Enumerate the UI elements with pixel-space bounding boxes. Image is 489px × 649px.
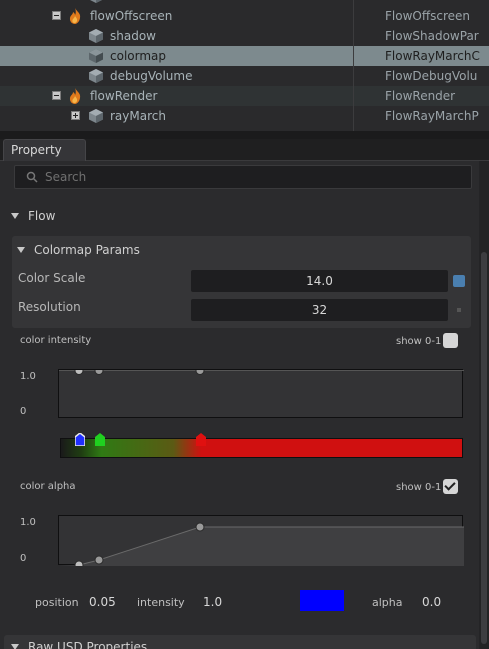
curve-point[interactable] bbox=[94, 370, 104, 375]
cube-icon bbox=[89, 29, 103, 43]
section-title: Raw USD Properties bbox=[28, 640, 148, 649]
tree-row-debugvolume[interactable]: debugVolume FlowDebugVolu bbox=[0, 66, 489, 86]
flame-icon bbox=[69, 8, 81, 24]
tree-row-flowrender[interactable]: flowRender FlowRender bbox=[0, 86, 489, 106]
alpha-label: alpha bbox=[372, 596, 403, 609]
show01-checkbox-checked[interactable] bbox=[443, 479, 458, 494]
search-input[interactable] bbox=[45, 169, 445, 185]
position-label: position bbox=[35, 596, 79, 609]
collapse-icon[interactable] bbox=[52, 11, 61, 20]
color-intensity-label: color intensity bbox=[20, 335, 92, 346]
search-icon bbox=[26, 171, 38, 183]
show01-checkbox[interactable] bbox=[443, 333, 458, 348]
expand-icon[interactable] bbox=[71, 111, 80, 120]
collapse-icon[interactable] bbox=[52, 91, 61, 100]
mixed-value-indicator bbox=[453, 275, 465, 287]
tree-item-type: FlowShadowPar bbox=[385, 29, 479, 43]
tree-item-name: flowRender bbox=[90, 89, 158, 103]
tree-item-type: FlowDebugVolu bbox=[385, 69, 478, 83]
collapse-triangle-icon bbox=[11, 213, 19, 219]
tab-property[interactable]: Property bbox=[3, 139, 86, 161]
collapse-triangle-icon bbox=[11, 644, 19, 649]
collapse-triangle-icon bbox=[17, 247, 25, 253]
curve-point[interactable] bbox=[74, 560, 84, 566]
intensity-label: intensity bbox=[137, 596, 185, 609]
curve-point[interactable] bbox=[74, 370, 84, 375]
curve-point[interactable] bbox=[195, 370, 205, 375]
column-separator[interactable] bbox=[353, 0, 354, 131]
cube-icon bbox=[90, 0, 102, 3]
resolution-field[interactable]: 32 bbox=[191, 299, 448, 321]
axis-label-top: 1.0 bbox=[20, 371, 36, 382]
position-value[interactable]: 0.05 bbox=[89, 595, 116, 609]
tree-row-colormap[interactable]: colormap FlowRayMarchC bbox=[0, 46, 489, 66]
color-alpha-label: color alpha bbox=[20, 481, 76, 492]
tree-item-type: FlowRender bbox=[385, 89, 456, 103]
axis-label-bottom: 0 bbox=[20, 553, 27, 564]
color-key-blue[interactable] bbox=[75, 433, 85, 446]
alpha-curve bbox=[59, 522, 464, 566]
tree-item-name: debugVolume bbox=[110, 69, 193, 83]
tree-row-flowoffscreen[interactable]: flowOffscreen FlowOffscreen bbox=[0, 6, 489, 26]
tree-row-raymarch[interactable]: rayMarch FlowRayMarchP bbox=[0, 106, 489, 126]
curve-point[interactable] bbox=[94, 555, 104, 565]
tree-item-name: colormap bbox=[110, 49, 166, 63]
resolution-label: Resolution bbox=[18, 300, 81, 314]
cube-icon bbox=[89, 109, 103, 123]
colormap-params-header[interactable]: Colormap Params bbox=[17, 239, 140, 261]
cube-icon bbox=[89, 69, 103, 83]
cube-icon bbox=[89, 49, 103, 63]
search-box bbox=[14, 165, 472, 189]
curve-point[interactable] bbox=[195, 522, 205, 532]
stage-tree: flowOffscreen FlowOffscreen shadow FlowS… bbox=[0, 0, 489, 131]
scrollbar-thumb[interactable] bbox=[481, 252, 487, 644]
intensity-value[interactable]: 1.0 bbox=[203, 595, 222, 609]
intensity-curve bbox=[59, 370, 464, 375]
panel-splitter[interactable] bbox=[0, 131, 489, 139]
color-key-green[interactable] bbox=[95, 433, 105, 446]
tree-item-type: FlowOffscreen bbox=[385, 9, 470, 23]
alpha-value[interactable]: 0.0 bbox=[422, 595, 441, 609]
tree-row-shadow[interactable]: shadow FlowShadowPar bbox=[0, 26, 489, 46]
color-key-red[interactable] bbox=[196, 433, 206, 446]
section-title: Colormap Params bbox=[34, 243, 140, 257]
show01-label: show 0-1 bbox=[396, 482, 442, 493]
colormap-gradient-bar[interactable] bbox=[60, 438, 463, 458]
alpha-curve-editor[interactable] bbox=[58, 515, 464, 566]
property-tabbar: Property bbox=[0, 139, 489, 161]
tree-item-name: shadow bbox=[110, 29, 156, 43]
default-value-indicator bbox=[457, 308, 461, 312]
axis-label-bottom: 0 bbox=[20, 406, 27, 417]
tree-item-type: FlowRayMarchP bbox=[385, 109, 479, 123]
tree-item-name: flowOffscreen bbox=[90, 9, 173, 23]
axis-label-top: 1.0 bbox=[20, 517, 36, 528]
flow-section-header[interactable]: Flow bbox=[11, 205, 55, 227]
intensity-curve-editor[interactable] bbox=[58, 369, 464, 418]
flame-icon bbox=[69, 88, 81, 104]
show01-label: show 0-1 bbox=[396, 336, 442, 347]
key-color-swatch[interactable] bbox=[300, 590, 344, 611]
color-scale-label: Color Scale bbox=[18, 271, 86, 285]
tree-item-name: rayMarch bbox=[110, 109, 166, 123]
color-scale-field[interactable]: 14.0 bbox=[191, 270, 448, 292]
raw-usd-properties-header[interactable]: Raw USD Properties bbox=[11, 636, 147, 649]
section-title: Flow bbox=[28, 209, 56, 223]
tree-item-type: FlowRayMarchC bbox=[385, 49, 480, 63]
